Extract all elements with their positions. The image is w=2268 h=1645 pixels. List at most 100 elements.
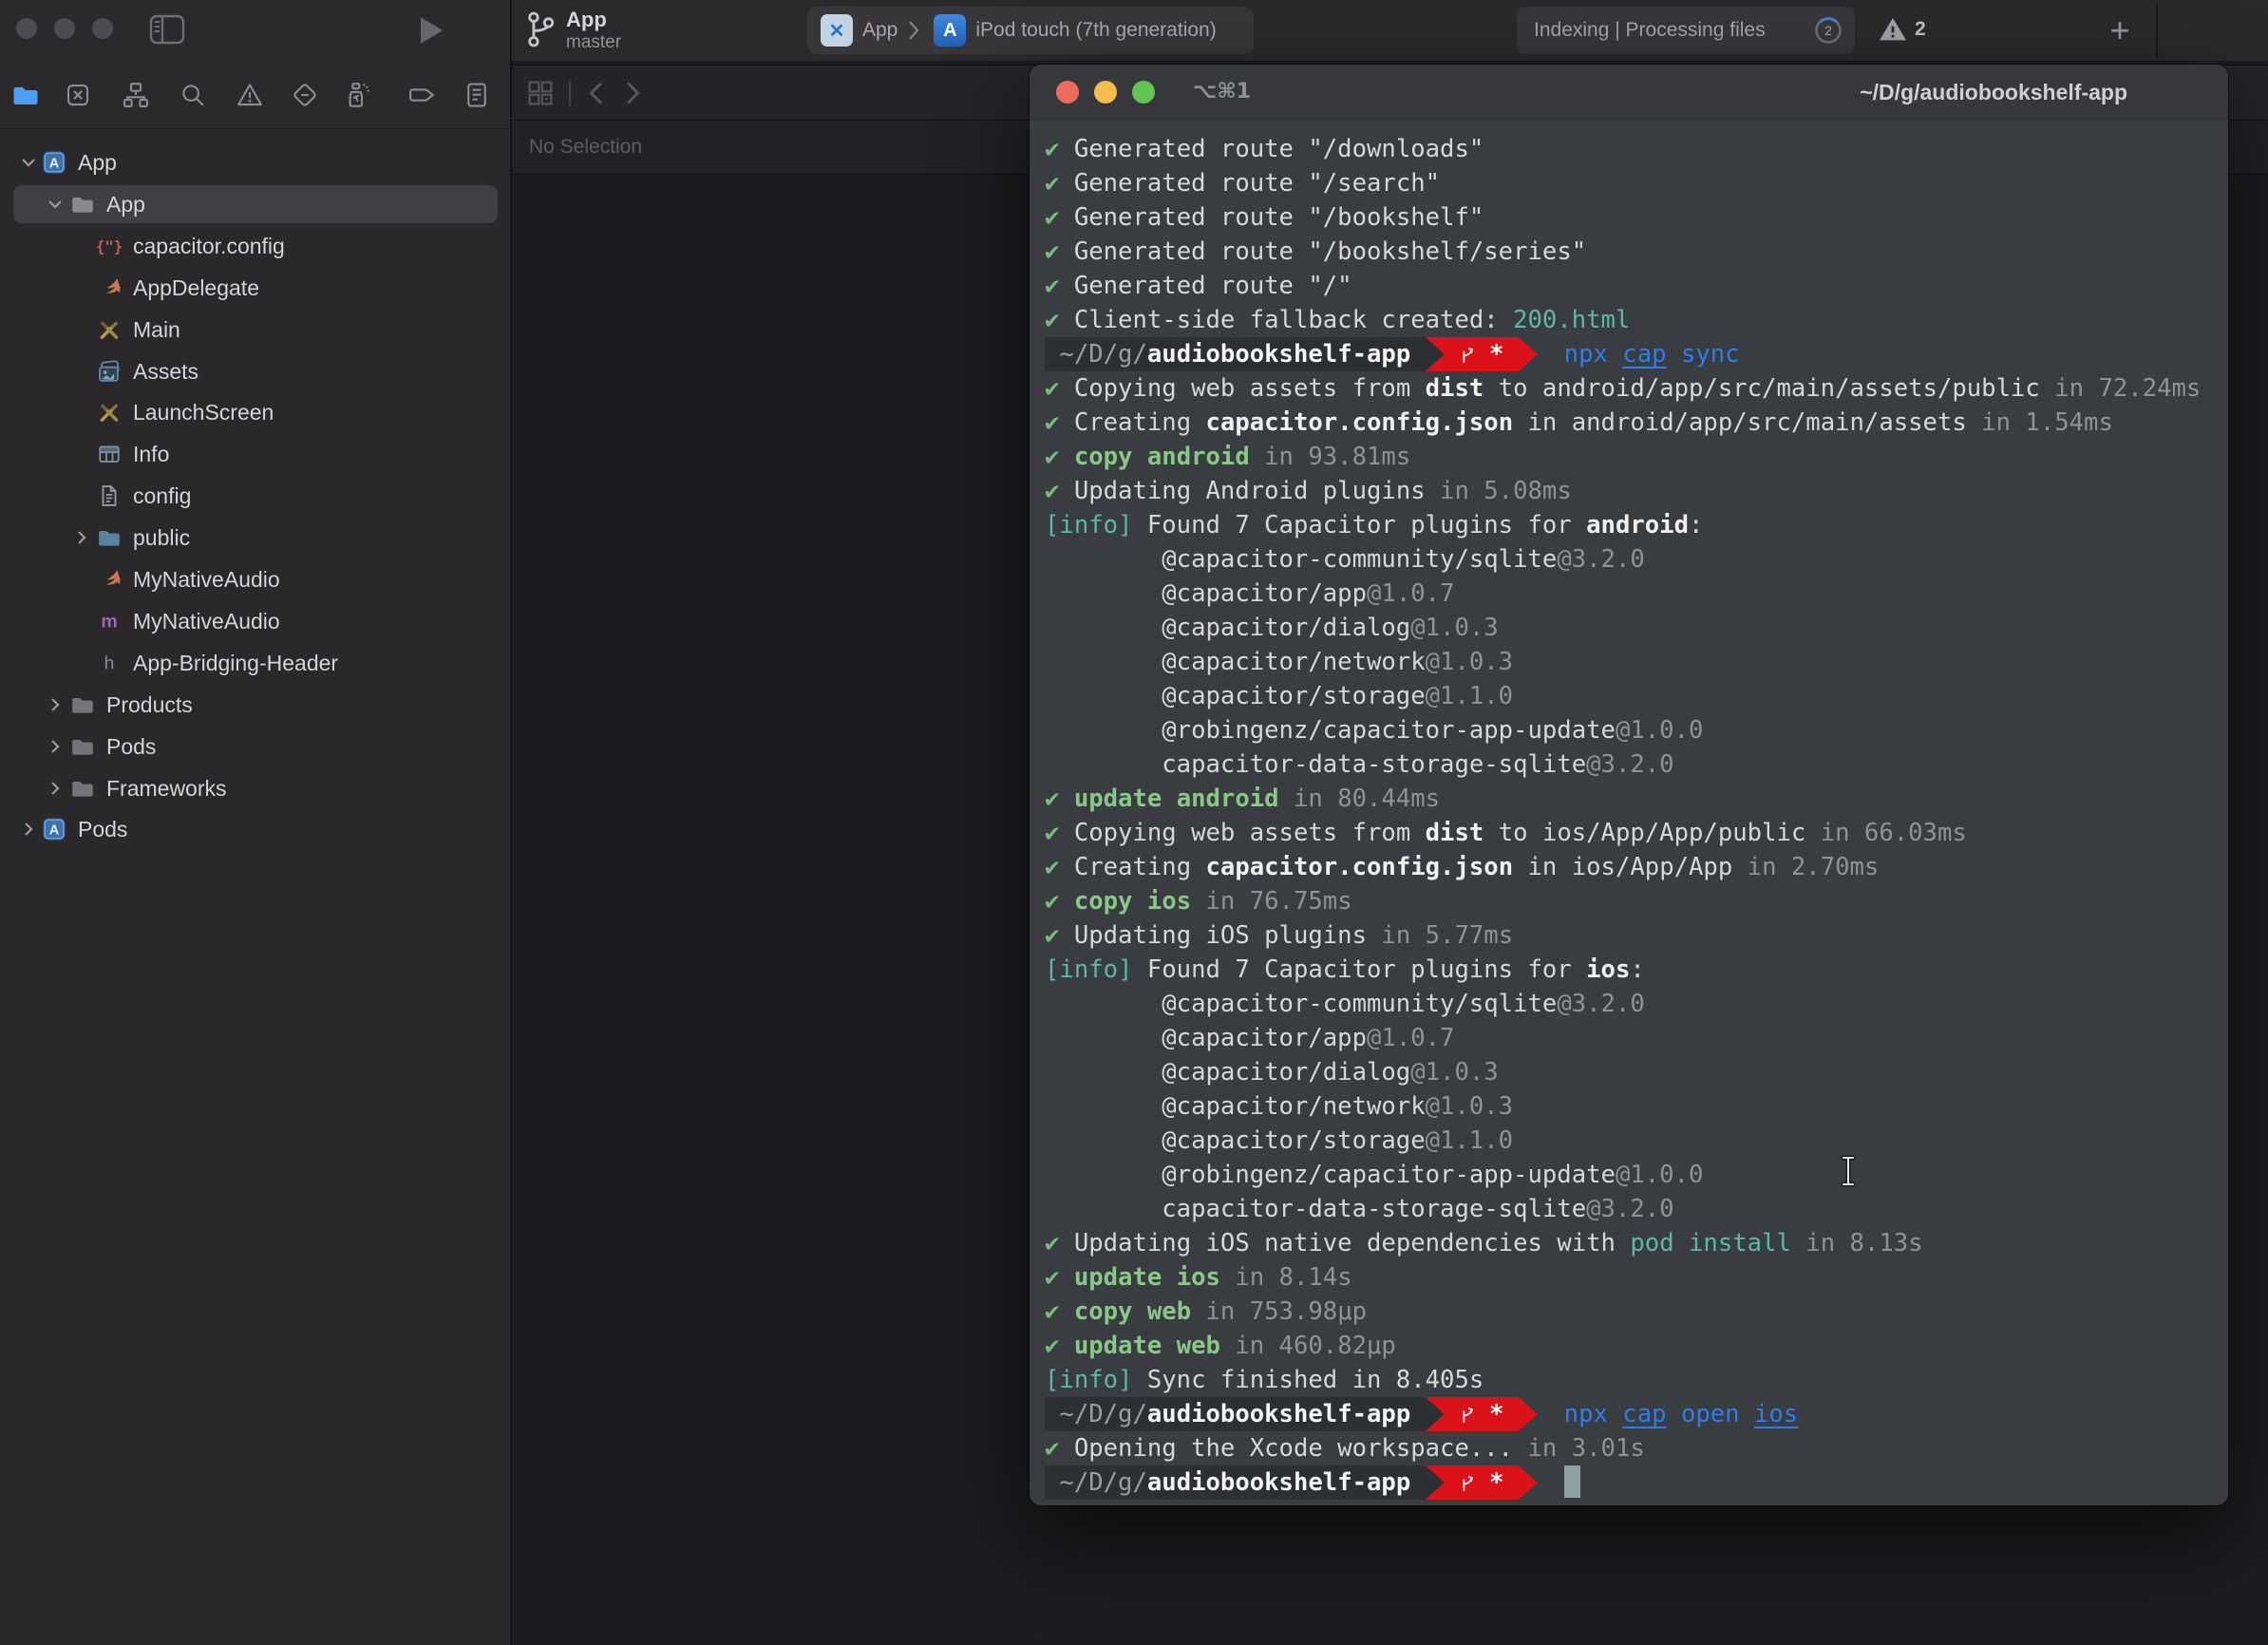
zoom-window-button[interactable] bbox=[92, 18, 113, 39]
terminal-close-button[interactable] bbox=[1056, 81, 1079, 104]
swift-icon bbox=[97, 567, 122, 592]
sidebar-item-app-bridging-header[interactable]: h App-Bridging-Header bbox=[0, 643, 510, 683]
terminal-zoom-button[interactable] bbox=[1132, 81, 1155, 104]
terminal-line: ✔ Creating capacitor.config.json in andr… bbox=[1045, 406, 2228, 440]
sidebar-item-label: AppDelegate bbox=[133, 268, 259, 308]
sidebar-item-label: Info bbox=[133, 434, 169, 474]
run-destination-icon: A bbox=[934, 14, 966, 47]
disclosure-down-icon[interactable] bbox=[19, 153, 38, 172]
folder-blue-icon bbox=[97, 525, 122, 550]
sidebar-item-pods[interactable]: A Pods bbox=[0, 809, 510, 849]
git-dirty-star: * bbox=[1489, 1465, 1503, 1500]
sidebar-item-capacitor-config[interactable]: {"}capacitor.config bbox=[0, 226, 510, 266]
breakpoint-navigator-tab[interactable] bbox=[407, 81, 436, 109]
terminal-line: ✔ Updating iOS plugins in 5.77ms bbox=[1045, 918, 2228, 953]
sidebar-item-mynativeaudio[interactable]: MyNativeAudio bbox=[0, 559, 510, 599]
debug-navigator-tab[interactable] bbox=[344, 81, 372, 109]
header-h-icon: h bbox=[97, 651, 122, 675]
git-branch-icon bbox=[524, 8, 557, 51]
svg-text:h: h bbox=[104, 652, 115, 673]
back-button[interactable] bbox=[584, 80, 609, 106]
sidebar-item-products[interactable]: Products bbox=[0, 685, 510, 725]
forward-button[interactable] bbox=[620, 80, 645, 106]
navigator-tab-strip bbox=[0, 61, 510, 129]
test-navigator-tab[interactable] bbox=[291, 81, 319, 109]
terminal-line: capacitor-data-storage-sqlite@3.2.0 bbox=[1045, 1192, 2228, 1226]
sidebar-item-main[interactable]: Main bbox=[0, 310, 510, 350]
sidebar-item-label: Pods bbox=[78, 809, 127, 849]
warning-count: 2 bbox=[1915, 18, 1926, 41]
terminal-line: @capacitor-community/sqlite@3.2.0 bbox=[1045, 542, 2228, 577]
sidebar-item-appdelegate[interactable]: AppDelegate bbox=[0, 268, 510, 308]
sidebar-item-frameworks[interactable]: Frameworks bbox=[0, 768, 510, 808]
git-branch-icon bbox=[1459, 1470, 1476, 1495]
sidebar-item-public[interactable]: public bbox=[0, 518, 510, 558]
sidebar-item-assets[interactable]: Assets bbox=[0, 351, 510, 391]
json-icon: {"} bbox=[97, 234, 122, 258]
report-navigator-tab[interactable] bbox=[463, 81, 491, 109]
doc-icon bbox=[97, 483, 122, 508]
terminal-line: [info] Found 7 Capacitor plugins for and… bbox=[1045, 508, 2228, 542]
run-button[interactable] bbox=[418, 15, 444, 46]
disclosure-right-icon[interactable] bbox=[46, 779, 65, 798]
disclosure-right-icon[interactable] bbox=[72, 528, 91, 547]
issue-navigator-tab[interactable] bbox=[236, 81, 264, 109]
terminal-minimize-button[interactable] bbox=[1094, 81, 1117, 104]
sidebar-item-label: App-Bridging-Header bbox=[133, 643, 338, 683]
terminal-line: ✔ Generated route "/bookshelf/series" bbox=[1045, 235, 2228, 269]
terminal-line: ✔ copy android in 93.81ms bbox=[1045, 440, 2228, 474]
sidebar-item-pods[interactable]: Pods bbox=[0, 727, 510, 766]
terminal-line: @capacitor/app@1.0.7 bbox=[1045, 1021, 2228, 1055]
terminal-titlebar[interactable]: ⌥⌘1 ~/D/g/audiobookshelf-app bbox=[1030, 65, 2228, 120]
scheme-target-label[interactable]: App bbox=[862, 19, 898, 42]
disclosure-right-icon[interactable] bbox=[46, 737, 65, 756]
minimize-window-button[interactable] bbox=[54, 18, 75, 39]
terminal-line: ✔ Generated route "/bookshelf" bbox=[1045, 200, 2228, 235]
sidebar-item-info[interactable]: Info bbox=[0, 434, 510, 474]
activity-status-text: Indexing | Processing files bbox=[1534, 19, 1813, 42]
scheme-selector[interactable]: ✕ App A iPod touch (7th generation) bbox=[807, 7, 1254, 54]
terminal-line: ✔ update web in 460.82μp bbox=[1045, 1329, 2228, 1363]
terminal-line: @capacitor/network@1.0.3 bbox=[1045, 1089, 2228, 1124]
find-navigator-tab[interactable] bbox=[179, 81, 207, 109]
terminal-command: npx cap sync bbox=[1564, 340, 1740, 369]
terminal-line: @capacitor/dialog@1.0.3 bbox=[1045, 1055, 2228, 1089]
symbol-navigator-tab[interactable] bbox=[122, 81, 150, 109]
terminal-line: @capacitor/dialog@1.0.3 bbox=[1045, 611, 2228, 645]
activity-status[interactable]: Indexing | Processing files 2 bbox=[1517, 7, 1855, 54]
terminal-line: ✔ Copying web assets from dist to ios/Ap… bbox=[1045, 816, 2228, 850]
folder-dim-icon bbox=[70, 776, 95, 801]
disclosure-right-icon[interactable] bbox=[46, 695, 65, 714]
new-tab-button[interactable]: + bbox=[2099, 9, 2141, 51]
sidebar-item-label: Pods bbox=[106, 727, 156, 766]
terminal-window[interactable]: ⌥⌘1 ~/D/g/audiobookshelf-app ✔ Generated… bbox=[1030, 65, 2228, 1505]
toggle-sidebar-button[interactable] bbox=[148, 12, 186, 47]
sidebar-item-config[interactable]: config bbox=[0, 476, 510, 516]
terminal-output[interactable]: ✔ Generated route "/downloads"✔ Generate… bbox=[1030, 121, 2228, 1505]
disclosure-down-icon[interactable] bbox=[46, 195, 65, 214]
sidebar-item-label: Products bbox=[106, 685, 193, 725]
sidebar-item-label: MyNativeAudio bbox=[133, 601, 280, 641]
sidebar-item-launchscreen[interactable]: LaunchScreen bbox=[0, 392, 510, 432]
folder-dim-icon bbox=[70, 692, 95, 717]
close-window-button[interactable] bbox=[16, 18, 37, 39]
related-items-icon[interactable] bbox=[525, 78, 556, 108]
disclosure-right-icon[interactable] bbox=[19, 820, 38, 839]
terminal-line: ✔ Opening the Xcode workspace... in 3.01… bbox=[1045, 1431, 2228, 1465]
issues-badge[interactable]: 2 bbox=[1877, 14, 1926, 45]
terminal-line: ✔ Copying web assets from dist to androi… bbox=[1045, 371, 2228, 406]
project-navigator-tab[interactable] bbox=[11, 81, 40, 109]
terminal-line: ✔ update android in 80.44ms bbox=[1045, 782, 2228, 816]
terminal-command: npx cap open ios bbox=[1564, 1400, 1799, 1428]
terminal-line: capacitor-data-storage-sqlite@3.2.0 bbox=[1045, 747, 2228, 782]
terminal-line: @capacitor/network@1.0.3 bbox=[1045, 645, 2228, 679]
sidebar-item-label: Assets bbox=[133, 351, 198, 391]
sidebar-item-app[interactable]: AApp bbox=[0, 142, 510, 182]
sidebar-item-mynativeaudio[interactable]: mMyNativeAudio bbox=[0, 601, 510, 641]
sidebar-item-app[interactable]: App bbox=[0, 184, 510, 224]
xcodeproj-icon: A bbox=[42, 817, 66, 841]
source-control-summary[interactable]: App master bbox=[524, 8, 621, 53]
run-destination-label[interactable]: iPod touch (7th generation) bbox=[975, 19, 1216, 42]
sidebar-item-label: App bbox=[106, 184, 145, 224]
source-control-navigator-tab[interactable] bbox=[64, 81, 92, 109]
